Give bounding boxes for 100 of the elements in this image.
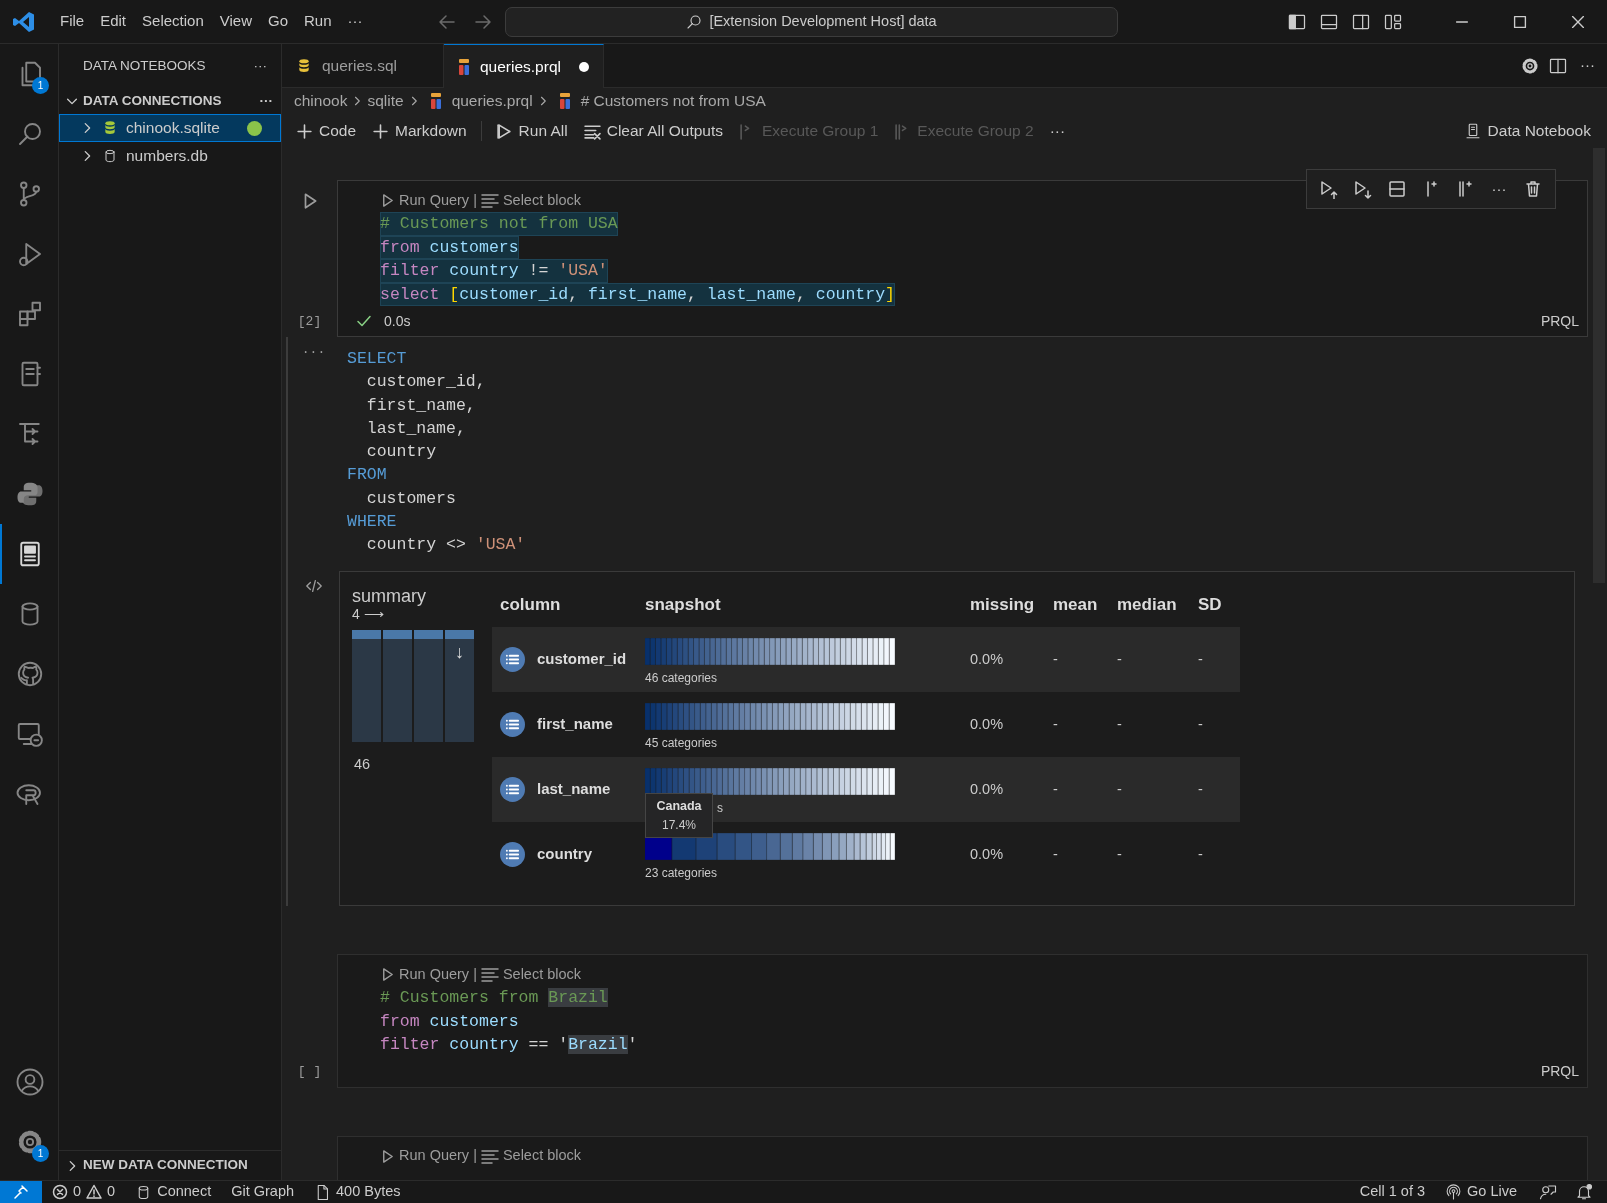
menu-item[interactable]: Run [296,6,340,37]
checkmark-icon [356,313,372,329]
run-above-icon[interactable] [1319,179,1339,199]
summary-title: summary [352,585,427,606]
breadcrumb-item[interactable]: # Customers not from USA [580,89,766,113]
status-item[interactable]: Connect [125,1181,222,1203]
table-cell-text: 0.0% [970,649,1004,669]
lines-icon[interactable] [480,193,499,208]
menu-item[interactable]: File [52,6,93,37]
menu-item[interactable]: ··· [339,6,371,37]
language-label[interactable]: PRQL [1540,1061,1579,1083]
column-header: column [499,593,562,616]
code-cell[interactable]: Run Query | Select block # Customers from Brazil from customers filter country == 'Brazil' PRQL [337,954,1588,1088]
toolbar-button[interactable]: Code [288,117,365,145]
unsaved-dot [578,61,589,72]
menu-item[interactable]: Go [260,6,296,37]
database-icon [102,119,118,137]
table-cell-text: 0.0% [970,779,1004,799]
editor-tab[interactable]: queries.prql [443,44,604,88]
feedback-icon[interactable] [1539,1183,1557,1201]
menu-item[interactable]: View [211,6,260,37]
status-text: Connect [157,1182,212,1202]
connection-item[interactable]: numbers.db [59,142,281,170]
command-center-text: [Extension Development Host] data [709,11,937,31]
table-cell-text: - [1198,844,1203,864]
toolbar-button[interactable]: Markdown [364,117,475,145]
column-header: SD [1197,593,1223,616]
code-line: first_name, [365,394,477,417]
run-icon[interactable] [380,1148,395,1164]
toolbar-button[interactable]: Clear All Outputs [575,117,731,145]
status-item[interactable]: Git Graph [221,1181,305,1203]
breadcrumb-item[interactable]: sqlite [367,89,404,113]
category-count: 23 categories [645,865,718,883]
cat-icon[interactable] [15,659,45,689]
list-icon [500,647,525,673]
pipe-text: | [473,1146,477,1166]
lines-icon[interactable] [480,1148,499,1164]
more-actions-button[interactable]: ··· [1576,54,1599,77]
split-cell-icon[interactable] [1387,179,1407,199]
table-cell-text: 0.0% [970,844,1004,864]
language-label[interactable]: PRQL [1540,310,1579,332]
code-line: customers [365,487,457,510]
database-icon [296,56,312,75]
codelens-link[interactable]: Select block [502,189,582,212]
code-line: customer_id, [365,371,487,394]
menu-item[interactable]: Selection [134,6,212,37]
remote-button[interactable] [0,1180,42,1203]
status-text: 400 Bytes [336,1182,401,1202]
run-icon[interactable] [380,193,395,208]
run-icon[interactable] [380,967,395,983]
table-cell-text: - [1053,649,1058,669]
more-actions-button[interactable]: ··· [253,55,267,77]
table-cell-text: - [1117,714,1122,734]
status-item[interactable]: 400 Bytes [304,1181,411,1203]
plus-icon [296,122,313,140]
table-cell-text: - [1053,844,1058,864]
command-center[interactable]: [Extension Development Host] data [504,6,1118,37]
code-line: SELECT [347,348,408,370]
code-line: # Customers from Brazil [380,987,609,1010]
column-count: 4 ⟶ [352,605,384,622]
code-cell[interactable]: Run Query | Select block [337,1135,1588,1180]
status-item[interactable]: Go Live [1435,1181,1527,1203]
tab-label: queries.sql [322,55,397,76]
toolbar-button[interactable]: Run All [487,117,576,145]
codelens-link[interactable]: Select block [502,1145,582,1168]
broadcast-icon [1445,1183,1462,1201]
kernel-picker[interactable]: Data Notebook [1455,117,1599,145]
remote-icon [13,1184,29,1200]
lines-icon[interactable] [480,967,499,983]
column-header: snapshot [644,593,722,616]
pipe-text: | [473,190,477,210]
breadcrumb-item[interactable]: queries.prql [451,89,533,113]
codelens-link[interactable]: Run Query [399,963,470,986]
code-line: FROM [347,464,388,487]
run-below-icon[interactable] [1353,179,1373,199]
section-header[interactable]: NEW DATA CONNECTION [83,1155,248,1176]
more-actions-button[interactable]: ··· [259,90,273,112]
account-icon[interactable] [15,1067,45,1097]
connection-item[interactable]: chinook.sqlite [59,114,281,142]
bell-icon[interactable] [1575,1183,1593,1201]
stacked-bars-icon [429,92,442,110]
error-count: 0 [73,1182,82,1202]
trash-icon[interactable] [1523,179,1543,199]
editor-tab[interactable]: queries.sql [282,44,444,87]
output-menu-button[interactable]: ··· [301,343,326,363]
status-text: Cell 1 of 3 [1359,1182,1425,1202]
menu-item[interactable]: Edit [92,6,135,37]
app-logo-icon [12,9,36,34]
codelens-link[interactable]: Run Query [399,189,470,212]
breadcrumb-item[interactable]: chinook [294,89,348,113]
more-actions-button[interactable]: ··· [1041,117,1074,145]
execution-count: [ ] [297,1063,322,1082]
section-header[interactable]: DATA CONNECTIONS [83,90,222,112]
code-line: country [365,441,438,464]
status-item[interactable]: Cell 1 of 3 [1349,1181,1435,1203]
sidebar-title: DATA NOTEBOOKS [83,56,206,75]
problems-status[interactable]: 0 0 [42,1181,126,1203]
codelens-link[interactable]: Run Query [399,1145,470,1168]
codelens-link[interactable]: Select block [502,963,582,986]
category-count: 45 categories [645,735,718,753]
